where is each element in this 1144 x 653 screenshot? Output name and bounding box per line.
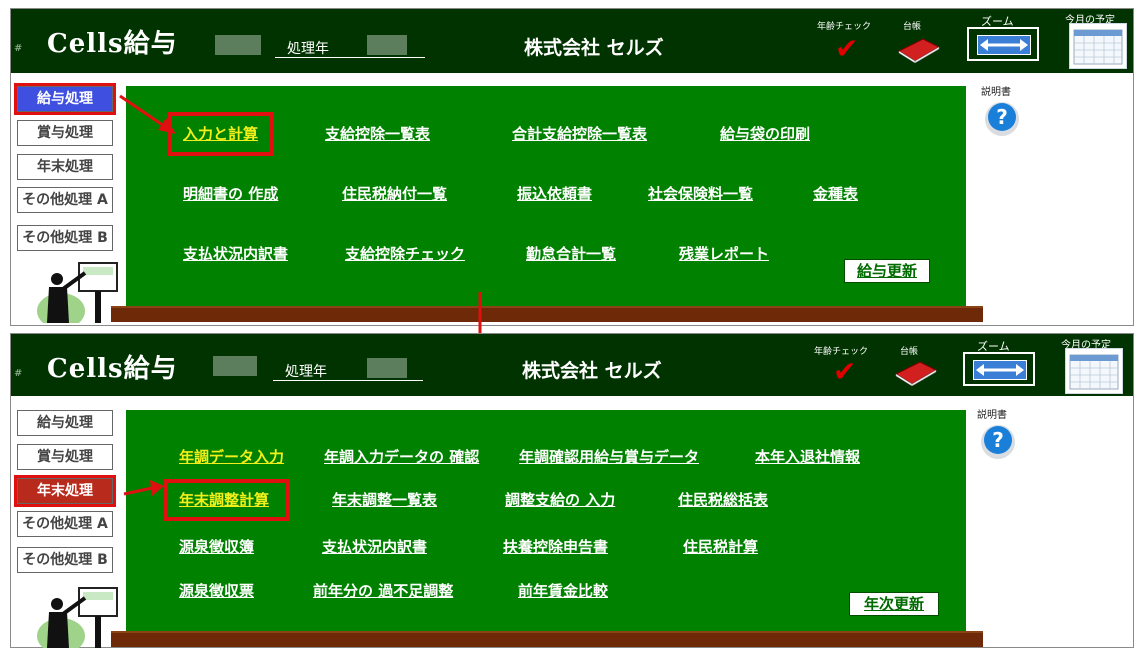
- checkmark-icon[interactable]: ✔: [835, 35, 858, 63]
- menu-dependent-deduction[interactable]: 扶養控除申告書: [503, 536, 608, 557]
- checkmark-icon[interactable]: ✔: [833, 358, 856, 386]
- menu-social-insurance-list[interactable]: 社会保険料一覧: [648, 183, 753, 204]
- blurred-field: [213, 356, 257, 376]
- menu-join-leave-info[interactable]: 本年入退社情報: [755, 446, 860, 467]
- menu-resident-tax-list[interactable]: 住民税納付一覧: [342, 183, 447, 204]
- board-ledge: [111, 631, 983, 647]
- annual-update-button[interactable]: 年次更新: [849, 592, 939, 616]
- company-name: 株式会社 セルズ: [524, 37, 664, 59]
- payroll-update-button[interactable]: 給与更新: [844, 259, 930, 283]
- year-end-menu-panel: # Cells給与 処理年 株式会社 セルズ 年齢チェック ✔ 台帳 ズーム 今…: [10, 333, 1134, 648]
- help-label: 説明書: [977, 410, 1007, 421]
- ledger-label: 台帳: [900, 347, 919, 357]
- ledger-label: 台帳: [903, 22, 922, 32]
- menu-year-end-data-input[interactable]: 年調データ入力: [179, 446, 284, 467]
- year-field[interactable]: 処理年: [273, 358, 423, 381]
- menu-payment-status[interactable]: 支払状況内訳書: [183, 243, 288, 264]
- zoom-icon[interactable]: [963, 352, 1035, 386]
- header-hash: #: [14, 368, 23, 379]
- sidebar-item-bonus[interactable]: 賞与処理: [17, 444, 113, 470]
- sidebar-item-other-b[interactable]: その他処理 B: [17, 547, 113, 573]
- help-icon[interactable]: ?: [979, 422, 1017, 460]
- calendar-icon[interactable]: [1069, 23, 1127, 69]
- svg-text:?: ?: [996, 105, 1008, 129]
- ledger-book-icon[interactable]: [894, 358, 938, 386]
- menu-input-calc[interactable]: 入力と計算: [183, 123, 258, 144]
- zoom-arrows: [977, 35, 1031, 55]
- menu-adjust-payment-input[interactable]: 調整支給の 入力: [505, 489, 615, 510]
- menu-prev-year-wage-compare[interactable]: 前年賃金比較: [518, 580, 608, 601]
- sidebar-item-year-end[interactable]: 年末処理: [17, 154, 113, 180]
- menu-transfer-request[interactable]: 振込依頼書: [517, 183, 592, 204]
- payroll-menu-panel: # Cells給与 処理年 株式会社 セルズ 年齢チェック ✔ 台帳 ズーム 今…: [10, 8, 1134, 326]
- sidebar-item-payroll[interactable]: 給与処理: [17, 410, 113, 436]
- header-bar: # Cells給与 処理年 株式会社 セルズ 年齢チェック ✔ 台帳 ズーム 今…: [11, 334, 1133, 396]
- sidebar-item-payroll[interactable]: 給与処理: [14, 83, 116, 115]
- ledger-book-icon[interactable]: [897, 35, 941, 63]
- teacher-icon: [37, 262, 118, 323]
- year-field[interactable]: 処理年: [275, 35, 425, 58]
- sidebar-item-other-b[interactable]: その他処理 B: [17, 225, 113, 251]
- header-bar: # Cells給与 処理年 株式会社 セルズ 年齢チェック ✔ 台帳 ズーム 今…: [11, 9, 1133, 73]
- year-label: 処理年: [287, 41, 329, 57]
- app-title: Cells給与: [47, 354, 178, 384]
- menu-resident-tax-summary[interactable]: 住民税総括表: [678, 489, 768, 510]
- year-value-blurred: [367, 35, 407, 55]
- menu-attendance-total[interactable]: 勤怠合計一覧: [526, 243, 616, 264]
- zoom-arrows: [973, 360, 1027, 380]
- menu-year-end-adjust-list[interactable]: 年末調整一覧表: [332, 489, 437, 510]
- menu-year-end-input-confirm[interactable]: 年調入力データの 確認: [324, 446, 479, 467]
- pointer-arrow: [119, 94, 176, 134]
- menu-statement-create[interactable]: 明細書の 作成: [183, 183, 278, 204]
- pointer-arrow: [123, 480, 164, 496]
- menu-payment-check[interactable]: 支給控除チェック: [345, 243, 465, 264]
- sidebar-item-year-end[interactable]: 年末処理: [14, 475, 116, 507]
- menu-year-end-pay-bonus-data[interactable]: 年調確認用給与賞与データ: [519, 446, 699, 467]
- sidebar-item-other-a[interactable]: その他処理 A: [17, 187, 113, 213]
- menu-total-payment-list[interactable]: 合計支給控除一覧表: [512, 123, 647, 144]
- app-title: Cells給与: [47, 29, 178, 59]
- year-value-blurred: [367, 358, 407, 378]
- help-label: 説明書: [981, 87, 1011, 98]
- menu-overtime-report[interactable]: 残業レポート: [679, 243, 769, 264]
- menu-withholding-slip[interactable]: 源泉徴収票: [179, 580, 254, 601]
- calendar-icon[interactable]: [1065, 348, 1123, 394]
- menu-withholding-ledger[interactable]: 源泉徴収簿: [179, 536, 254, 557]
- board-ledge: [111, 306, 983, 322]
- menu-resident-tax-calc[interactable]: 住民税計算: [683, 536, 758, 557]
- blurred-field: [215, 35, 261, 55]
- company-name: 株式会社 セルズ: [522, 360, 662, 382]
- menu-payment-status[interactable]: 支払状況内訳書: [322, 536, 427, 557]
- menu-year-end-adjust-calc[interactable]: 年末調整計算: [179, 489, 269, 510]
- help-icon[interactable]: ?: [983, 99, 1021, 137]
- header-hash: #: [14, 43, 23, 54]
- svg-text:?: ?: [992, 428, 1004, 452]
- menu-prev-year-adjust[interactable]: 前年分の 過不足調整: [313, 580, 453, 601]
- sidebar-item-bonus[interactable]: 賞与処理: [17, 120, 113, 146]
- sidebar-item-other-a[interactable]: その他処理 A: [17, 511, 113, 537]
- age-check-label: 年齢チェック: [817, 22, 872, 32]
- year-label: 処理年: [285, 364, 327, 380]
- teacher-icon: [37, 587, 118, 648]
- menu-payment-deduction-list[interactable]: 支給控除一覧表: [325, 123, 430, 144]
- menu-denomination-table[interactable]: 金種表: [813, 183, 858, 204]
- menu-pay-envelope-print[interactable]: 給与袋の印刷: [720, 123, 810, 144]
- zoom-icon[interactable]: [967, 27, 1039, 61]
